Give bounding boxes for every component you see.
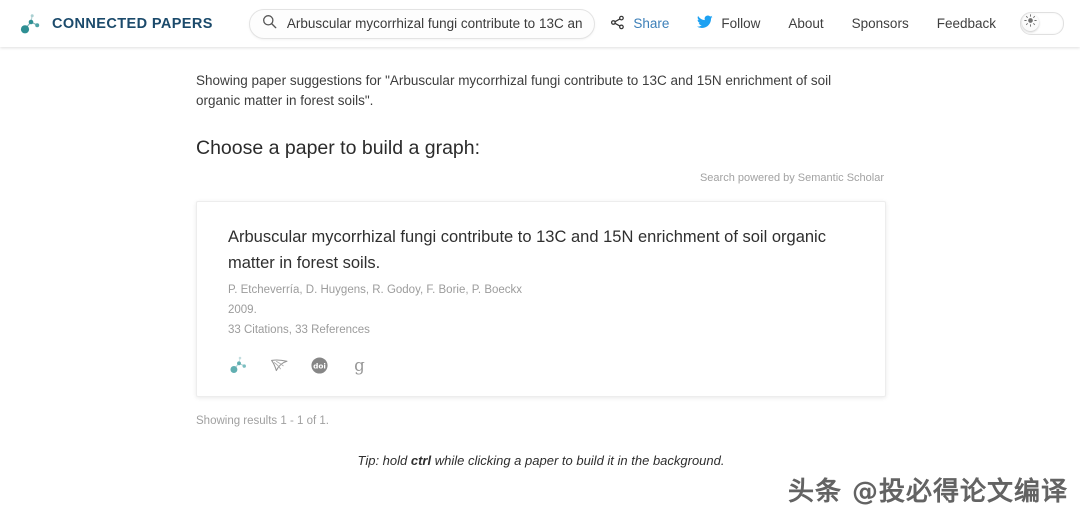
watermark: 头条 @投必得论文编译 [787,477,1068,507]
connected-papers-graph-icon [18,11,44,37]
results-summary: Showing results 1 - 1 of 1. [196,415,329,427]
tip-text: Tip: hold ctrl while clicking a paper to… [196,453,886,468]
nav-share-label: Share [633,16,670,31]
search-icon [262,14,277,34]
twitter-bird-icon [697,15,714,32]
nav-share-button[interactable]: Share [596,15,683,33]
paper-action-icons: doi g [228,354,855,376]
suggestion-text: Showing paper suggestions for "Arbuscula… [196,73,832,108]
doi-icon[interactable]: doi [308,354,330,376]
paper-result-card[interactable]: Arbuscular mycorrhizal fungi contribute … [196,201,886,397]
search-input[interactable] [286,16,582,31]
paper-year: 2009. [228,304,257,316]
share-icon [610,15,625,33]
nav-sponsors-label: Sponsors [851,16,909,31]
semantic-scholar-icon[interactable] [268,354,290,376]
nav-feedback-label: Feedback [936,16,996,31]
search-box[interactable] [248,8,595,39]
svg-text:doi: doi [313,361,326,370]
page-title: Choose a paper to build a graph: [196,137,481,159]
main-content: Showing paper suggestions for "Arbuscula… [0,47,1080,468]
paper-authors: P. Etcheverría, D. Huygens, R. Godoy, F.… [228,284,523,296]
svg-text:g: g [354,356,365,375]
tip-prefix: Tip: hold [357,453,411,468]
paper-title: Arbuscular mycorrhizal fungi contribute … [228,228,826,272]
tip-suffix: while clicking a paper to build it in th… [431,453,725,468]
tip-key: ctrl [410,453,432,468]
powered-by-label: Search powered by Semantic Scholar [699,172,884,184]
theme-toggle-knob [1022,13,1039,32]
nav-follow-button[interactable]: Follow [683,15,774,32]
sun-brightness-icon [1024,13,1037,32]
google-scholar-icon[interactable]: g [348,354,370,376]
brand-name: CONNECTED PAPERS [52,15,213,32]
nav-about-label: About [788,16,824,31]
header-nav: Share Follow About Sponsors Feedback [596,12,1068,35]
nav-follow-label: Follow [721,16,761,31]
theme-toggle[interactable] [1020,12,1064,35]
nav-about-button[interactable]: About [774,16,837,31]
brand-logo-link[interactable]: CONNECTED PAPERS [18,11,213,37]
paper-stats: 33 Citations, 33 References [228,324,370,336]
connected-papers-graph-icon[interactable] [228,354,250,376]
nav-feedback-button[interactable]: Feedback [923,16,1010,31]
nav-sponsors-button[interactable]: Sponsors [838,16,923,31]
top-header: CONNECTED PAPERS Share [0,0,1080,47]
content-column: Showing paper suggestions for "Arbuscula… [196,71,886,427]
